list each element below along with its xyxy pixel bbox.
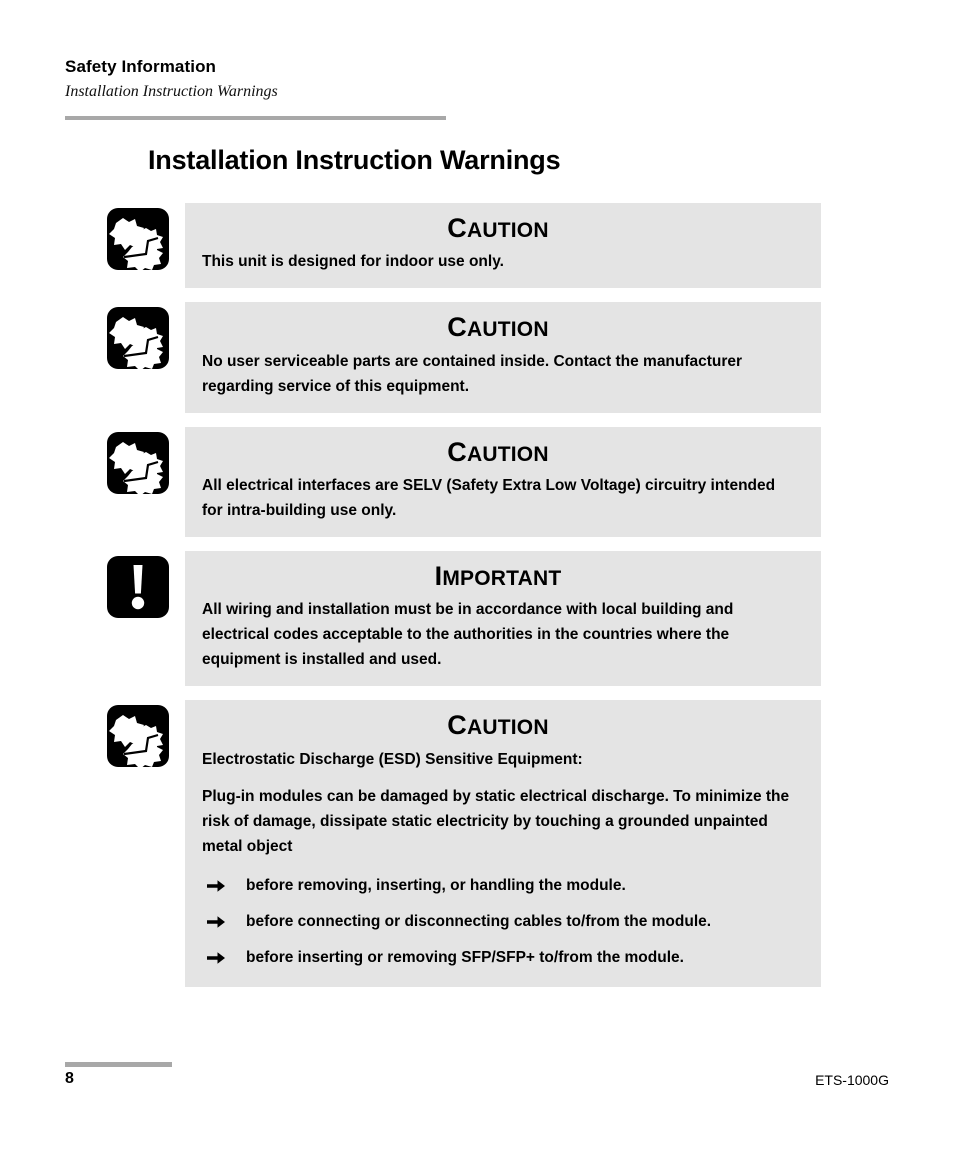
list-item-label: before inserting or removing SFP/SFP+ to… bbox=[246, 948, 684, 966]
notice-heading-rest: AUTION bbox=[467, 442, 549, 466]
notice-heading-initial: C bbox=[447, 312, 467, 343]
footer-divider-rule bbox=[65, 1062, 172, 1067]
footer-page-number: 8 bbox=[65, 1070, 74, 1087]
list-item-label: before removing, inserting, or handling … bbox=[246, 876, 626, 894]
notice-heading-rest: AUTION bbox=[467, 716, 549, 740]
notice-block: CAUTION No user serviceable parts are co… bbox=[106, 302, 821, 413]
notice-body: CAUTION All electrical interfaces are SE… bbox=[185, 426, 821, 538]
notice-heading: IMPORTANT bbox=[193, 562, 803, 590]
notice-heading-rest: MPORTANT bbox=[442, 567, 562, 591]
notice-heading-rest: AUTION bbox=[467, 318, 549, 342]
arrow-bullet-icon bbox=[205, 912, 227, 932]
notice-block: CAUTION All electrical interfaces are SE… bbox=[106, 426, 821, 538]
notice-paragraph: No user serviceable parts are contained … bbox=[202, 352, 743, 395]
notice-heading-initial: C bbox=[447, 213, 467, 243]
notice-heading-rest: AUTION bbox=[467, 219, 549, 242]
header-section-title: Safety Information bbox=[65, 57, 217, 76]
notice-heading: CAUTION bbox=[193, 438, 803, 466]
footer-document-code: ETS-1000G bbox=[815, 1072, 889, 1088]
notice-body: CAUTION No user serviceable parts are co… bbox=[185, 302, 821, 413]
notice-paragraph: This unit is designed for indoor use onl… bbox=[202, 253, 504, 271]
arrow-bullet-icon bbox=[205, 948, 227, 968]
list-item: before connecting or disconnecting cable… bbox=[202, 911, 803, 933]
list-item-label: before connecting or disconnecting cable… bbox=[246, 912, 712, 930]
notice-body: CAUTION Electrostatic Discharge (ESD) Se… bbox=[185, 700, 821, 987]
notice-bullet-list: before removing, inserting, or handling … bbox=[193, 875, 803, 969]
notice-paragraph: All electrical interfaces are SELV (Safe… bbox=[202, 477, 776, 520]
notice-paragraph: Electrostatic Discharge (ESD) Sensitive … bbox=[202, 750, 583, 768]
page-title: Installation Instruction Warnings bbox=[148, 145, 561, 175]
notice-body: CAUTION This unit is designed for indoor… bbox=[185, 203, 821, 289]
esd-hand-shock-icon bbox=[106, 306, 170, 372]
notice-paragraph: All wiring and installation must be in a… bbox=[202, 601, 734, 669]
header-subsection-title: Installation Instruction Warnings bbox=[65, 83, 278, 100]
header-divider-rule bbox=[65, 116, 446, 120]
notice-block: IMPORTANT All wiring and installation mu… bbox=[106, 551, 821, 687]
esd-hand-shock-icon bbox=[106, 431, 170, 496]
notice-heading-initial: C bbox=[447, 436, 467, 467]
notice-block: CAUTION Electrostatic Discharge (ESD) Se… bbox=[106, 700, 821, 987]
exclamation-mark-icon bbox=[106, 555, 170, 619]
notice-paragraph: Plug-in modules can be damaged by static… bbox=[202, 787, 790, 855]
notice-heading-initial: C bbox=[447, 710, 467, 741]
notice-heading: CAUTION bbox=[193, 313, 803, 341]
notice-body: IMPORTANT All wiring and installation mu… bbox=[185, 551, 821, 687]
esd-hand-shock-icon bbox=[106, 704, 170, 770]
notice-heading: CAUTION bbox=[193, 711, 803, 739]
list-item: before inserting or removing SFP/SFP+ to… bbox=[202, 947, 803, 969]
notice-list-container: CAUTION This unit is designed for indoor… bbox=[106, 203, 821, 1001]
list-item: before removing, inserting, or handling … bbox=[202, 875, 803, 897]
notice-heading: CAUTION bbox=[193, 214, 803, 242]
notice-block: CAUTION This unit is designed for indoor… bbox=[106, 203, 821, 289]
running-header: Safety Information Installation Instruct… bbox=[65, 56, 885, 103]
document-page: Safety Information Installation Instruct… bbox=[0, 0, 954, 1159]
arrow-bullet-icon bbox=[205, 876, 227, 896]
esd-hand-shock-icon bbox=[106, 207, 170, 272]
